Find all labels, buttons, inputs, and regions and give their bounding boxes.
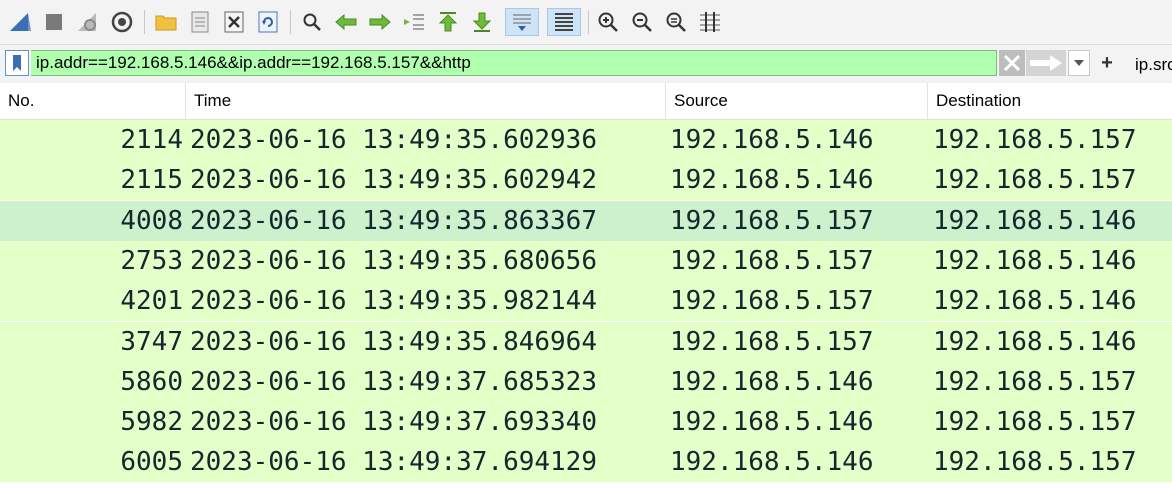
open-file-icon[interactable] bbox=[152, 8, 180, 36]
packet-source: 192.168.5.146 bbox=[670, 447, 874, 478]
packet-row[interactable]: 4201 2023-06-16 13:49:35.982144 192.168.5.… bbox=[0, 281, 1172, 322]
packet-row[interactable]: 2114 2023-06-16 13:49:35.602936 192.168.5.… bbox=[0, 120, 1172, 160]
packet-destination: 192.168.5.146 bbox=[933, 205, 1137, 236]
packet-source: 192.168.5.157 bbox=[670, 245, 874, 276]
display-filter-input[interactable] bbox=[31, 50, 997, 76]
bookmark-icon[interactable] bbox=[5, 50, 29, 76]
packet-row[interactable]: 2753 2023-06-16 13:49:35.680656 192.168.5.… bbox=[0, 240, 1172, 281]
clear-filter-icon[interactable] bbox=[999, 50, 1025, 76]
packet-no: 2753 bbox=[120, 245, 183, 276]
toolbar-separator bbox=[290, 10, 291, 34]
packet-no: 3747 bbox=[120, 326, 183, 357]
go-forward-icon[interactable] bbox=[366, 8, 394, 36]
packet-row[interactable]: 2115 2023-06-16 13:49:35.602942 192.168.5.… bbox=[0, 160, 1172, 201]
packet-time: 2023-06-16 13:49:37.694129 bbox=[190, 447, 597, 478]
packet-time: 2023-06-16 13:49:35.846964 bbox=[190, 326, 597, 357]
packet-no: 2115 bbox=[120, 165, 183, 196]
go-first-icon[interactable] bbox=[434, 8, 462, 36]
packet-destination: 192.168.5.146 bbox=[933, 286, 1137, 317]
close-file-icon[interactable] bbox=[220, 8, 248, 36]
packet-destination: 192.168.5.146 bbox=[933, 326, 1137, 357]
column-header-no[interactable]: No. bbox=[0, 83, 186, 119]
packet-destination: 192.168.5.157 bbox=[933, 407, 1137, 438]
auto-scroll-icon[interactable] bbox=[505, 8, 539, 36]
chevron-down-icon[interactable] bbox=[1068, 50, 1090, 76]
packet-destination: 192.168.5.157 bbox=[933, 366, 1137, 397]
packet-no: 5860 bbox=[120, 366, 183, 397]
packet-list-header: No. Time Source Destination bbox=[0, 83, 1172, 120]
packet-time: 2023-06-16 13:49:35.602936 bbox=[190, 125, 597, 155]
display-filter-bar: + ip.src bbox=[0, 45, 1172, 81]
packet-destination: 192.168.5.157 bbox=[933, 165, 1137, 196]
resize-columns-icon[interactable] bbox=[696, 8, 724, 36]
packet-source: 192.168.5.146 bbox=[670, 125, 874, 155]
packet-source: 192.168.5.146 bbox=[670, 366, 874, 397]
packet-destination: 192.168.5.157 bbox=[933, 125, 1137, 155]
zoom-in-icon[interactable] bbox=[594, 8, 622, 36]
column-header-destination[interactable]: Destination bbox=[928, 83, 1172, 119]
toolbar-separator bbox=[144, 10, 145, 34]
packet-no: 5982 bbox=[120, 407, 183, 438]
packet-time: 2023-06-16 13:49:35.863367 bbox=[190, 205, 597, 236]
column-header-time[interactable]: Time bbox=[186, 83, 666, 119]
packet-source: 192.168.5.146 bbox=[670, 165, 874, 196]
save-file-icon[interactable] bbox=[186, 8, 214, 36]
packet-no: 4008 bbox=[120, 205, 183, 236]
packet-source: 192.168.5.157 bbox=[670, 205, 874, 236]
packet-source: 192.168.5.157 bbox=[670, 286, 874, 317]
main-toolbar bbox=[0, 0, 1172, 45]
packet-destination: 192.168.5.157 bbox=[933, 447, 1137, 478]
column-header-source[interactable]: Source bbox=[666, 83, 928, 119]
capture-options-icon[interactable] bbox=[108, 8, 136, 36]
packet-time: 2023-06-16 13:49:37.693340 bbox=[190, 407, 597, 438]
packet-row[interactable]: 5860 2023-06-16 13:49:37.685323 192.168.5.… bbox=[0, 361, 1172, 402]
zoom-out-icon[interactable] bbox=[628, 8, 656, 36]
colorize-icon[interactable] bbox=[547, 8, 581, 36]
apply-filter-icon[interactable] bbox=[1026, 50, 1066, 76]
packet-row[interactable]: 3747 2023-06-16 13:49:35.846964 192.168.5.… bbox=[0, 321, 1172, 362]
stop-capture-icon[interactable] bbox=[40, 8, 68, 36]
packet-source: 192.168.5.157 bbox=[670, 326, 874, 357]
packet-row[interactable]: 4008 2023-06-16 13:49:35.863367 192.168.5.… bbox=[0, 200, 1172, 241]
packet-time: 2023-06-16 13:49:37.685323 bbox=[190, 366, 597, 397]
toolbar-separator bbox=[588, 10, 589, 34]
packet-list: No. Time Source Destination 2114 2023-06-… bbox=[0, 83, 1172, 489]
packet-row[interactable]: 5982 2023-06-16 13:49:37.693340 192.168.5.… bbox=[0, 402, 1172, 443]
reload-file-icon[interactable] bbox=[254, 8, 282, 36]
go-back-icon[interactable] bbox=[332, 8, 360, 36]
packet-no: 6005 bbox=[120, 447, 183, 478]
packet-no: 4201 bbox=[120, 286, 183, 317]
packet-destination: 192.168.5.146 bbox=[933, 245, 1137, 276]
shark-fin-start-icon[interactable] bbox=[6, 8, 34, 36]
packet-time: 2023-06-16 13:49:35.602942 bbox=[190, 165, 597, 196]
packet-source: 192.168.5.146 bbox=[670, 407, 874, 438]
go-to-packet-icon[interactable] bbox=[400, 8, 428, 36]
packet-row[interactable]: 6005 2023-06-16 13:49:37.694129 192.168.5.… bbox=[0, 442, 1172, 483]
normal-size-icon[interactable] bbox=[662, 8, 690, 36]
restart-capture-icon[interactable] bbox=[74, 8, 102, 36]
filter-expression-button[interactable]: ip.src bbox=[1135, 55, 1172, 75]
packet-time: 2023-06-16 13:49:35.982144 bbox=[190, 286, 597, 317]
add-filter-button[interactable]: + bbox=[1096, 50, 1118, 76]
packet-no: 2114 bbox=[120, 125, 183, 155]
go-last-icon[interactable] bbox=[468, 8, 496, 36]
find-packet-icon[interactable] bbox=[298, 8, 326, 36]
packet-time: 2023-06-16 13:49:35.680656 bbox=[190, 245, 597, 276]
